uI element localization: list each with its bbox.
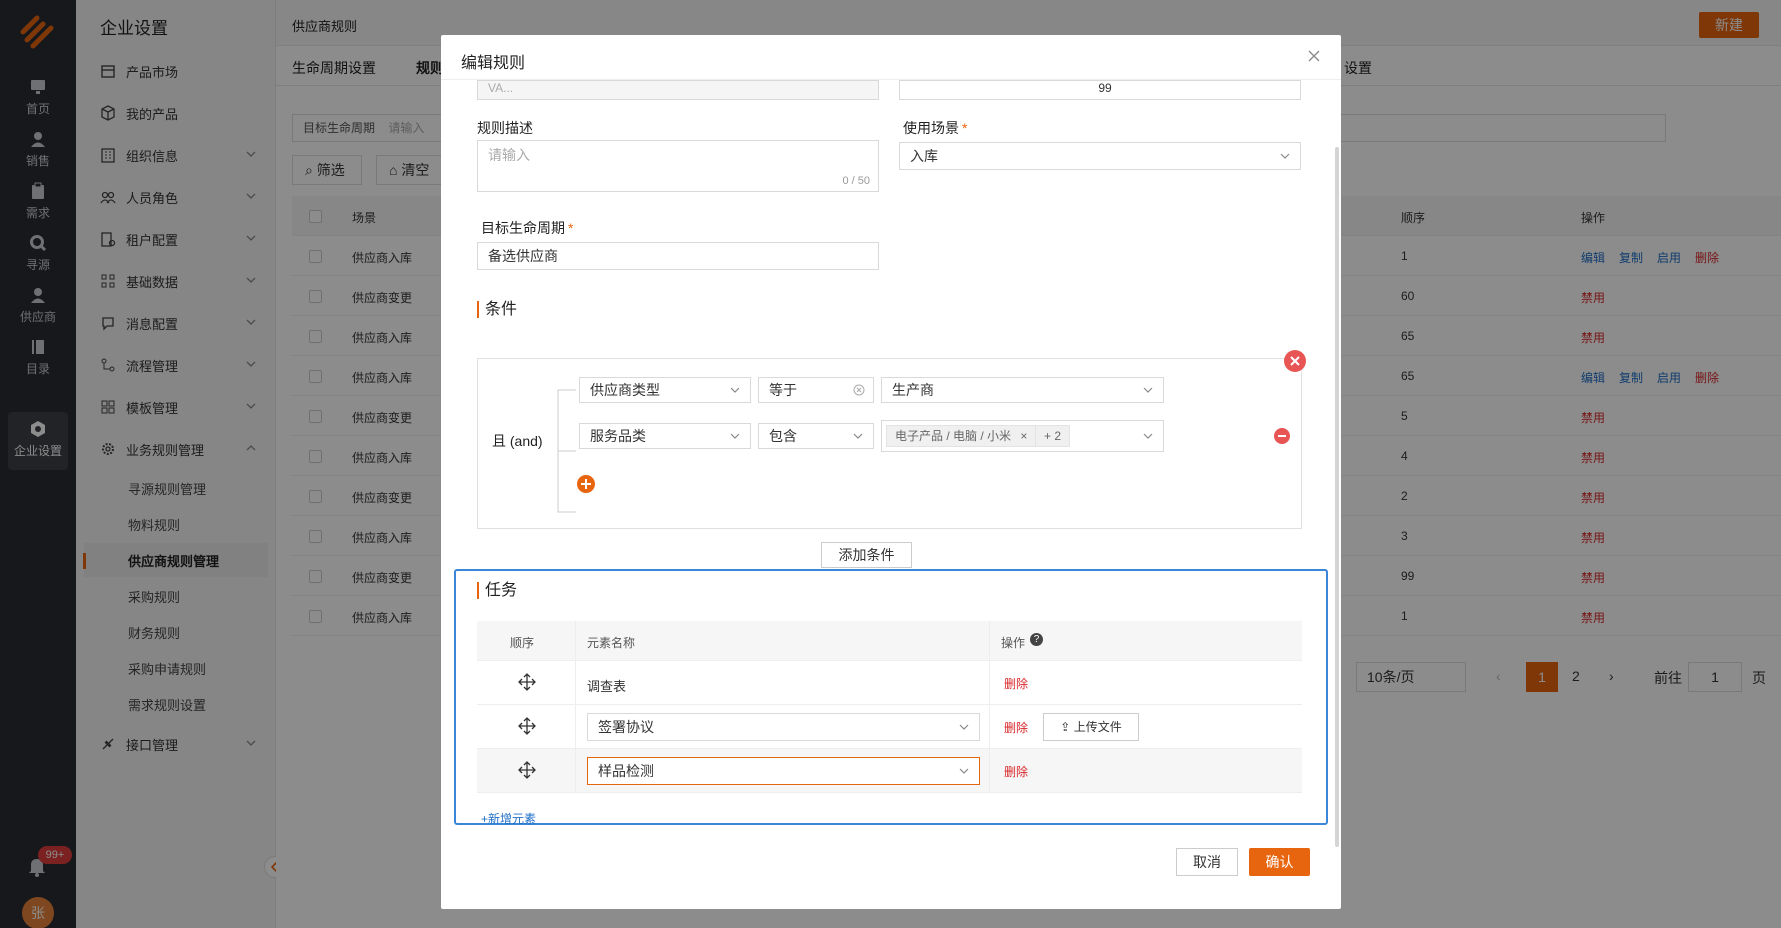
rule-code-input[interactable]: VA... — [477, 80, 879, 100]
col-name: 元素名称 — [587, 636, 636, 650]
condition-group: 且 (and) 供应商类型 等于 生产商 服务品类 包含 电子产品 / 电脑 /… — [477, 350, 1306, 529]
upload-label: 上传文件 — [1073, 720, 1122, 734]
table-row: 签署协议 删除 ⇪ 上传文件 — [477, 705, 1302, 749]
lifecycle-input[interactable]: 备选供应商 — [477, 242, 879, 270]
name-cell: 样品检测 — [576, 749, 990, 792]
table-row: 样品检测 删除 — [477, 749, 1302, 793]
drag-cell — [477, 705, 576, 748]
condition-operator-select[interactable]: 包含 — [758, 423, 874, 449]
drag-cell — [477, 749, 576, 792]
col-name-cell: 元素名称 — [576, 621, 990, 660]
scene-label: 使用场景 * — [903, 118, 967, 138]
tag-label: 电子产品 / 电脑 / 小米 — [895, 429, 1012, 443]
condition-value-select[interactable]: 生产商 — [881, 377, 1164, 403]
upload-icon: ⇪ — [1060, 720, 1071, 734]
condition-field-select[interactable]: 供应商类型 — [579, 377, 751, 403]
condition-operator-value: 等于 — [769, 382, 797, 398]
remove-condition-icon[interactable] — [1273, 427, 1291, 445]
condition-field-value: 供应商类型 — [590, 382, 660, 398]
conditions-title: 条件 — [477, 301, 517, 318]
required-mark: * — [568, 220, 574, 236]
condition-multi-select[interactable]: 电子产品 / 电脑 / 小米 × + 2 — [881, 420, 1164, 452]
selected-tag: 电子产品 / 电脑 / 小米 × — [886, 425, 1037, 447]
delete-link[interactable]: 删除 — [1004, 675, 1028, 692]
cancel-button[interactable]: 取消 — [1176, 848, 1238, 876]
col-ops: 操作 — [1001, 636, 1026, 650]
task-element-select[interactable]: 样品检测 — [587, 757, 980, 785]
desc-textarea[interactable]: 请输入 0 / 50 — [477, 140, 879, 192]
priority-stepper[interactable]: 99 — [899, 80, 1301, 100]
drag-cell — [477, 661, 576, 704]
desc-placeholder: 请输入 — [488, 147, 530, 163]
condition-field-select[interactable]: 服务品类 — [579, 423, 751, 449]
chevron-down-icon — [1143, 387, 1153, 393]
edit-rule-dialog: 编辑规则 VA... 99 规则描述 请输入 0 / 50 使用场景 * 入库 目… — [441, 35, 1341, 909]
delete-link[interactable]: 删除 — [1004, 763, 1028, 780]
table-header: 顺序 元素名称 操作 ? — [477, 621, 1302, 661]
condition-value: 生产商 — [892, 382, 934, 398]
move-icon[interactable] — [518, 761, 536, 779]
scene-label-text: 使用场景 — [903, 120, 959, 136]
scrollbar[interactable] — [1335, 147, 1339, 847]
condition-operator-select[interactable]: 等于 — [758, 377, 874, 403]
name-cell: 签署协议 — [576, 705, 990, 748]
col-ops-cell: 操作 ? — [990, 621, 1302, 660]
chevron-down-icon — [959, 724, 969, 730]
task-element-select[interactable]: 签署协议 — [587, 713, 980, 741]
help-icon[interactable]: ? — [1030, 633, 1043, 646]
clear-circle-icon[interactable] — [853, 384, 865, 396]
table-row: 调查表 删除 — [477, 661, 1302, 705]
col-order: 顺序 — [510, 636, 535, 650]
lifecycle-label: 目标生命周期 * — [481, 218, 573, 238]
dialog-title: 编辑规则 — [461, 55, 526, 72]
add-element-link[interactable]: +新增元素 — [481, 810, 536, 827]
ops-cell: 删除 ⇪ 上传文件 — [990, 705, 1302, 748]
confirm-button[interactable]: 确认 — [1249, 848, 1310, 876]
add-condition-icon[interactable] — [576, 474, 596, 494]
desc-counter: 0 / 50 — [842, 175, 870, 187]
close-icon[interactable]: × — [1020, 429, 1027, 443]
logic-label: 且 (and) — [492, 433, 543, 449]
scene-value: 入库 — [910, 148, 938, 164]
remove-group-icon[interactable] — [1283, 349, 1307, 373]
scene-select[interactable]: 入库 — [899, 142, 1301, 170]
chevron-down-icon — [1280, 153, 1290, 159]
chevron-down-icon — [730, 433, 740, 439]
chevron-down-icon — [959, 768, 969, 774]
upload-file-button[interactable]: ⇪ 上传文件 — [1043, 713, 1139, 741]
move-icon[interactable] — [518, 717, 536, 735]
chevron-down-icon — [730, 387, 740, 393]
required-mark: * — [962, 120, 968, 136]
ops-cell: 删除 — [990, 749, 1302, 792]
task-name: 调查表 — [587, 679, 627, 694]
more-tag: + 2 — [1035, 425, 1071, 447]
add-condition-button[interactable]: 添加条件 — [821, 542, 912, 568]
desc-label: 规则描述 — [477, 120, 533, 136]
delete-link[interactable]: 删除 — [1004, 719, 1028, 736]
move-icon[interactable] — [518, 673, 536, 691]
condition-field-value: 服务品类 — [590, 428, 646, 444]
close-icon[interactable] — [1307, 49, 1321, 63]
chevron-down-icon — [1143, 433, 1153, 439]
col-order-cell: 顺序 — [477, 621, 576, 660]
chevron-down-icon — [853, 433, 863, 439]
condition-bracket — [557, 389, 576, 513]
task-element-value: 样品检测 — [598, 763, 654, 779]
condition-operator-value: 包含 — [769, 428, 797, 444]
name-cell: 调查表 — [576, 661, 990, 704]
lifecycle-label-text: 目标生命周期 — [481, 220, 565, 236]
ops-cell: 删除 — [990, 661, 1302, 704]
task-element-value: 签署协议 — [598, 719, 654, 735]
tasks-title: 任务 — [477, 582, 517, 599]
